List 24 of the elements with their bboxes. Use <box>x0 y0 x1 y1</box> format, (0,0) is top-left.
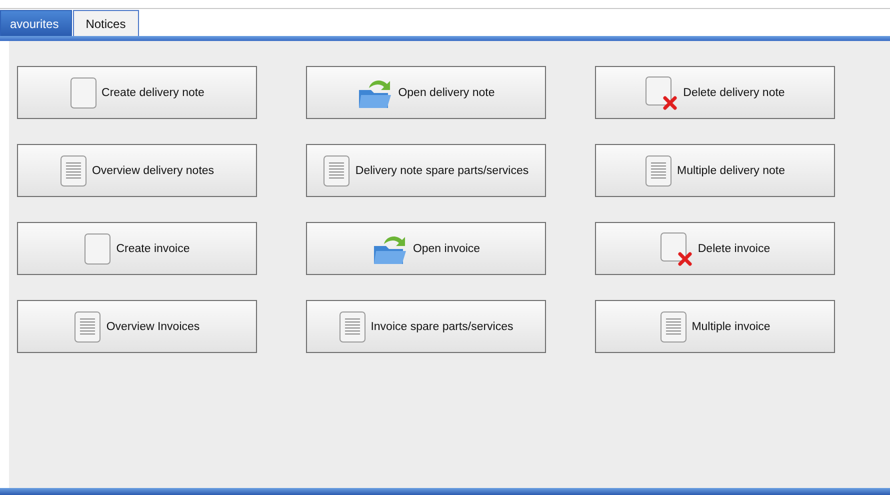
blank-page-icon <box>84 232 112 264</box>
action-button[interactable]: Delete invoice <box>595 222 835 275</box>
action-button[interactable]: Overview Invoices <box>17 300 257 353</box>
document-icon <box>60 154 87 186</box>
tab[interactable]: avourites <box>0 10 72 36</box>
action-button[interactable]: Create invoice <box>17 222 257 275</box>
page-delete-icon <box>660 232 693 266</box>
tab[interactable]: Notices <box>72 10 139 36</box>
action-button[interactable]: Invoice spare parts/services <box>306 300 546 353</box>
action-button[interactable]: Open invoice <box>306 222 546 275</box>
action-button[interactable]: Delete delivery note <box>595 66 835 119</box>
document-icon <box>74 310 102 342</box>
action-button[interactable]: Multiple invoice <box>595 300 835 353</box>
document-icon <box>660 310 687 342</box>
action-button[interactable]: Multiple delivery note <box>595 144 835 197</box>
action-button[interactable]: Create delivery note <box>17 66 257 119</box>
document-icon <box>338 310 366 342</box>
action-button[interactable]: Open delivery note <box>306 66 546 119</box>
page-delete-icon <box>645 76 678 110</box>
blank-page-icon <box>70 76 97 108</box>
document-icon <box>323 154 350 186</box>
action-button[interactable]: Delivery note spare parts/services <box>306 144 546 197</box>
document-icon <box>644 154 672 186</box>
action-button[interactable]: Overview delivery notes <box>17 144 257 197</box>
